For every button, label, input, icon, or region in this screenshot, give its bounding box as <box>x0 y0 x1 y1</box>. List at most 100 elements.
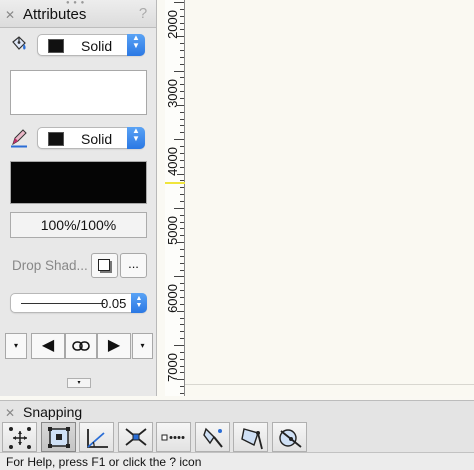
fill-preview[interactable] <box>10 70 147 115</box>
snap-to-tangent-icon <box>202 427 223 448</box>
ruler-tick <box>180 187 184 189</box>
chain-link-icon <box>72 341 90 351</box>
ruler-label: 3000 <box>165 78 180 108</box>
page-boundary-line <box>185 384 474 385</box>
drop-shadow-label: Drop Shad... <box>12 258 88 273</box>
start-arrowhead-menu[interactable]: ▾ <box>5 333 27 359</box>
drop-shadow-icon <box>98 259 110 271</box>
ruler-tick <box>180 200 184 202</box>
ruler-tick <box>180 152 184 154</box>
ruler-tick <box>180 324 184 326</box>
close-icon[interactable]: ✕ <box>5 407 15 419</box>
ruler-tick <box>180 194 184 196</box>
ruler-tick <box>174 345 184 346</box>
pen-color-swatch[interactable] <box>48 132 64 146</box>
fill-color-swatch[interactable] <box>48 39 64 53</box>
ruler-tick <box>180 22 184 24</box>
snap-tool-button[interactable] <box>271 422 307 452</box>
ruler-tick <box>180 262 184 264</box>
ruler-tick <box>180 84 184 86</box>
snap-to-object-icon <box>47 427 70 448</box>
ruler-tick <box>180 111 184 113</box>
ruler-tick <box>180 146 184 148</box>
snap-to-point-icon <box>241 428 263 450</box>
ruler-tick <box>180 15 184 17</box>
fill-style-select[interactable]: Solid ▲ ▼ <box>37 34 145 56</box>
ruler-tick <box>180 56 184 58</box>
ruler-tick <box>180 132 184 134</box>
ruler-tick <box>180 283 184 285</box>
pen-style-select[interactable]: Solid ▲ ▼ <box>37 127 145 149</box>
ruler-tick <box>180 269 184 271</box>
palette-title: Attributes <box>23 6 87 23</box>
ruler-tick <box>174 70 184 72</box>
palette-title: Snapping <box>23 404 83 420</box>
ruler-tick <box>180 29 184 31</box>
help-icon[interactable]: ? <box>135 6 151 22</box>
ruler-tick <box>180 98 184 100</box>
snapping-palette: ✕ Snapping <box>0 400 474 452</box>
ruler-tick <box>180 50 184 52</box>
ruler-tick <box>180 166 184 168</box>
drawing-canvas[interactable] <box>185 0 474 396</box>
ruler-tick <box>180 228 184 230</box>
ruler-tick <box>180 331 184 333</box>
ruler-tick <box>180 317 184 319</box>
ruler-tick <box>174 139 184 141</box>
ruler-tick <box>174 276 184 278</box>
fill-bucket-icon <box>9 34 29 54</box>
ruler-tick <box>180 221 184 223</box>
ruler-tick <box>180 296 184 298</box>
snap-tool-button[interactable] <box>79 422 114 452</box>
ruler-tick <box>180 235 184 237</box>
snap-to-grid-icon <box>9 427 31 449</box>
snap-to-distance-icon <box>161 434 185 441</box>
ruler-tick <box>180 290 184 292</box>
drop-shadow-options-button[interactable]: ... <box>120 253 147 278</box>
ruler-tick <box>180 91 184 93</box>
ruler-tick <box>180 338 184 340</box>
snap-tool-button[interactable] <box>2 422 37 452</box>
pen-icon <box>9 128 29 148</box>
pen-preview[interactable] <box>10 161 147 204</box>
ruler-tick <box>180 303 184 305</box>
ruler-tick <box>180 393 184 395</box>
opacity-button[interactable]: 100%/100% <box>10 212 147 238</box>
start-arrowhead-button[interactable]: ◀ <box>31 333 65 359</box>
select-arrows-icon: ▲ ▼ <box>127 127 145 149</box>
ruler-tick <box>180 43 184 45</box>
line-weight-select[interactable]: 0.05 ▲ ▼ <box>10 293 147 313</box>
select-arrows-icon: ▲ ▼ <box>127 34 145 56</box>
ruler-tick <box>180 63 184 65</box>
link-arrowheads-button[interactable] <box>65 333 97 359</box>
vertical-ruler[interactable]: 2000 3000 4000 5000 6000 7000 <box>165 0 185 396</box>
select-arrows-icon: ▲ ▼ <box>131 293 147 313</box>
snap-to-intersection-icon <box>124 428 147 446</box>
ruler-tick <box>180 159 184 161</box>
ruler-label: 6000 <box>165 284 180 314</box>
end-arrowhead-menu[interactable]: ▾ <box>132 333 153 359</box>
ruler-tick <box>174 2 184 3</box>
snap-to-surface-icon <box>278 429 302 448</box>
pen-style-value: Solid <box>81 131 113 147</box>
ruler-tick <box>180 118 184 120</box>
close-icon[interactable]: ✕ <box>5 9 15 21</box>
drop-shadow-toggle[interactable] <box>91 253 118 278</box>
ruler-tick <box>174 207 184 209</box>
collapse-palette-button[interactable]: ▾ <box>67 378 91 388</box>
snap-tool-button[interactable] <box>117 422 153 452</box>
attributes-titlebar[interactable]: ● ● ● ✕ Attributes ? <box>0 0 156 28</box>
ruler-tick <box>180 77 184 79</box>
attributes-palette: ● ● ● ✕ Attributes ? Solid ▲ ▼ Solid ▲ ▼ 1… <box>0 0 157 396</box>
ruler-tick <box>180 125 184 127</box>
ruler-label: 4000 <box>165 147 180 177</box>
snap-tool-button[interactable] <box>156 422 191 452</box>
ruler-tick <box>180 255 184 257</box>
snap-to-angle-icon <box>87 429 108 448</box>
end-arrowhead-button[interactable]: ▶ <box>97 333 131 359</box>
ruler-tick <box>180 248 184 250</box>
snap-tool-button[interactable] <box>233 422 268 452</box>
ruler-tick <box>180 386 184 388</box>
snap-tool-button[interactable] <box>40 422 76 452</box>
snap-tool-button[interactable] <box>194 422 230 452</box>
